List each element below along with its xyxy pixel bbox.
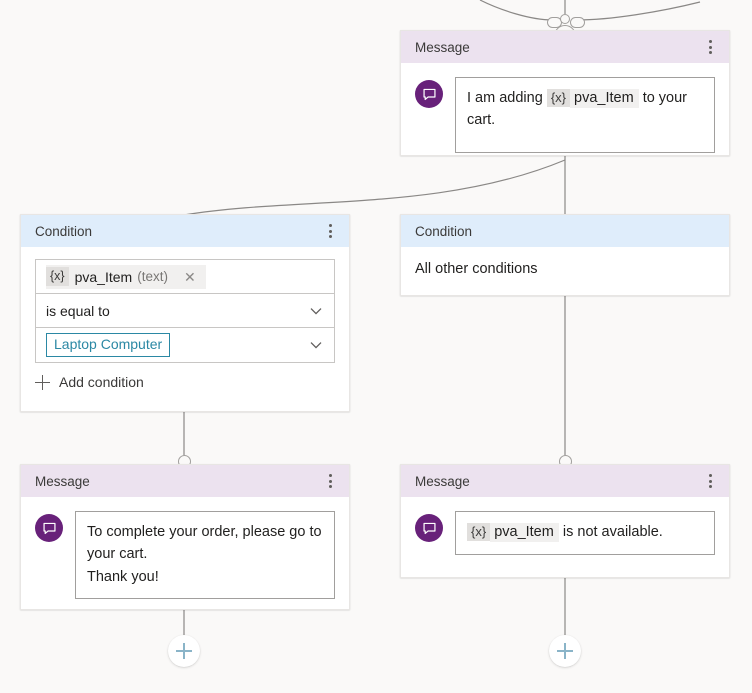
all-other-conditions-text: All other conditions (415, 261, 538, 277)
card-header-message: Message (21, 465, 349, 497)
condition-operator-value: is equal to (46, 302, 110, 319)
variable-prefix-badge: {x} (546, 89, 570, 107)
message-text-box[interactable]: To complete your order, please go to you… (75, 511, 335, 600)
node-card-top-message[interactable]: Message I am adding {x} pva_Item to your … (400, 30, 730, 156)
plus-icon-vertical (183, 643, 185, 659)
card-title: Condition (35, 223, 93, 239)
message-text-box[interactable]: I am adding {x} pva_Item to your cart. (455, 77, 715, 153)
card-body: I am adding {x} pva_Item to your cart. (401, 63, 729, 169)
card-title: Message (415, 473, 470, 489)
message-bubble-icon (35, 514, 63, 542)
kebab-menu-icon[interactable] (319, 470, 341, 492)
add-condition-button[interactable]: Add condition (35, 374, 349, 390)
condition-variable-chip[interactable]: {x} pva_Item (text) ✕ (46, 264, 206, 289)
flow-canvas: Message I am adding {x} pva_Item to your … (0, 0, 752, 693)
plus-icon (35, 374, 50, 390)
variable-name: pva_Item (570, 89, 639, 108)
message-bubble-icon (415, 514, 443, 542)
message-text-line-1: To complete your order, please go to you… (87, 524, 322, 563)
message-row: I am adding {x} pva_Item to your cart. (415, 77, 715, 153)
branch-top-circle (560, 14, 570, 24)
variable-token: {x} pva_Item (546, 87, 639, 109)
message-text-box[interactable]: {x} pva_Item is not available. (455, 511, 715, 555)
card-header-message: Message (401, 465, 729, 497)
condition-variable-row[interactable]: {x} pva_Item (text) ✕ (36, 260, 334, 294)
message-bubble-icon (415, 80, 443, 108)
variable-token: {x} pva_Item (467, 521, 559, 543)
kebab-menu-icon[interactable] (319, 220, 341, 242)
node-card-right-message[interactable]: Message {x} pva_Item is not available. (400, 464, 730, 578)
variable-prefix-badge: {x} (467, 523, 491, 541)
message-text-suffix: is not available. (562, 524, 663, 540)
plus-icon-vertical (564, 643, 566, 659)
node-card-left-condition[interactable]: Condition {x} pva_Item (text) ✕ is equal… (20, 214, 350, 412)
card-title: Message (35, 473, 90, 489)
message-row: To complete your order, please go to you… (35, 511, 335, 600)
kebab-menu-icon[interactable] (699, 470, 721, 492)
card-body: To complete your order, please go to you… (21, 497, 349, 615)
close-icon[interactable]: ✕ (176, 270, 204, 284)
variable-prefix-badge: {x} (46, 267, 69, 286)
kebab-menu-icon[interactable] (699, 36, 721, 58)
node-card-right-condition[interactable]: Condition All other conditions (400, 214, 730, 296)
add-node-button-left[interactable] (168, 635, 200, 667)
chevron-down-icon (310, 307, 322, 315)
card-body: {x} pva_Item is not available. (401, 497, 729, 571)
variable-name: pva_Item (490, 523, 559, 542)
card-title: Message (415, 39, 470, 55)
message-row: {x} pva_Item is not available. (415, 511, 715, 555)
branch-right-pill (570, 17, 585, 28)
condition-value-chip[interactable]: Laptop Computer (46, 332, 171, 358)
variable-type: (text) (137, 269, 168, 284)
variable-name: pva_Item (74, 268, 133, 285)
card-header-condition: Condition (401, 215, 729, 247)
condition-value-dropdown[interactable]: Laptop Computer (36, 328, 334, 362)
node-card-left-message[interactable]: Message To complete your order, please g… (20, 464, 350, 610)
card-title: Condition (415, 223, 473, 239)
message-text-prefix: I am adding (467, 90, 543, 106)
message-text-line-2: Thank you! (87, 568, 159, 585)
condition-field-stack: {x} pva_Item (text) ✕ is equal to Laptop… (35, 259, 335, 363)
card-header-message: Message (401, 31, 729, 63)
add-condition-label: Add condition (59, 374, 144, 390)
condition-operator-dropdown[interactable]: is equal to (36, 294, 334, 328)
add-node-button-right[interactable] (549, 635, 581, 667)
chevron-down-icon (310, 342, 322, 349)
card-header-condition: Condition (21, 215, 349, 247)
